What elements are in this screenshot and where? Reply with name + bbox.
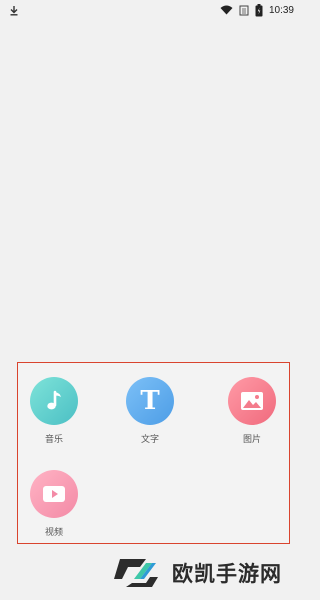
watermark-text: 欧凯手游网 (172, 562, 282, 586)
download-icon (10, 5, 18, 15)
music-option[interactable]: 音乐 (24, 377, 84, 446)
watermark: 欧凯手游网 (112, 550, 282, 596)
video-icon-circle[interactable] (30, 470, 78, 518)
wifi-icon (220, 5, 233, 15)
status-left (9, 5, 19, 16)
play-icon (43, 486, 65, 502)
video-label: 视频 (44, 528, 63, 538)
text-option[interactable]: T 文字 (120, 377, 180, 446)
image-label: 图片 (242, 435, 261, 445)
status-bar: 10:39 (0, 0, 300, 20)
video-option[interactable]: 视频 (24, 470, 84, 539)
image-option[interactable]: 图片 (222, 377, 282, 446)
battery-icon (255, 3, 263, 16)
text-icon-circle[interactable]: T (126, 377, 174, 425)
music-note-icon (47, 390, 61, 410)
music-label: 音乐 (44, 435, 63, 445)
text-label: 文字 (140, 435, 159, 445)
image-icon-circle[interactable] (228, 377, 276, 425)
ouk-logo (114, 559, 158, 587)
sim-icon (239, 5, 249, 15)
picture-icon (241, 392, 263, 410)
status-time: 10:39 (268, 4, 294, 16)
music-icon-circle[interactable] (30, 377, 78, 425)
media-type-panel: 音乐 T 文字 图片 视频 (17, 362, 290, 544)
status-right: 10:39 (220, 3, 294, 17)
letter-t-icon: T (140, 386, 160, 416)
